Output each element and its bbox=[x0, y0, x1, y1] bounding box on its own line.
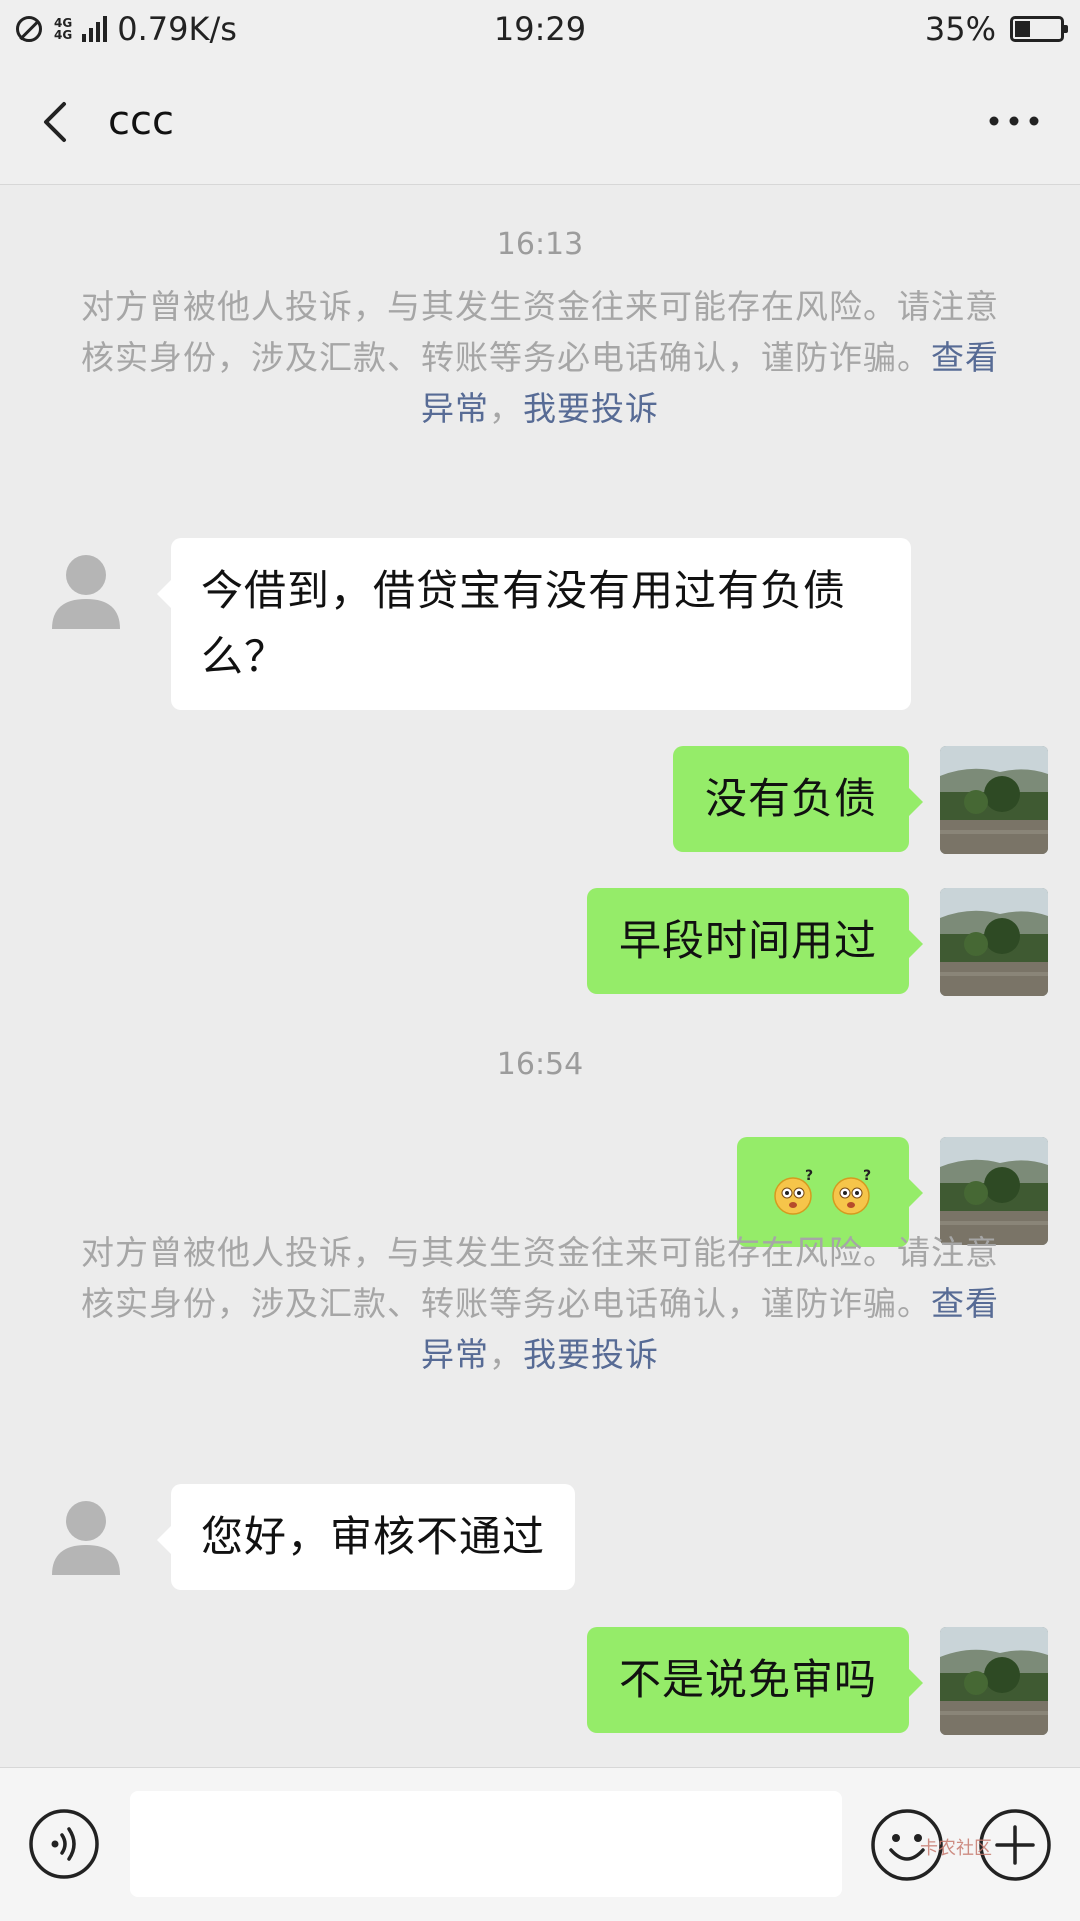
my-avatar[interactable] bbox=[940, 746, 1048, 854]
confused-face-emoji: ? bbox=[832, 1168, 872, 1215]
chevron-left-icon[interactable] bbox=[30, 94, 86, 150]
my-avatar[interactable] bbox=[940, 1627, 1048, 1735]
landscape-avatar-icon bbox=[940, 1627, 1048, 1735]
voice-icon[interactable] bbox=[28, 1808, 100, 1880]
risk-notice-text: 对方曾被他人投诉，与其发生资金往来可能存在风险。请注意核实身份，涉及汇款、转账等… bbox=[81, 1233, 999, 1323]
risk-notice: 对方曾被他人投诉，与其发生资金往来可能存在风险。请注意核实身份，涉及汇款、转账等… bbox=[70, 1227, 1010, 1380]
chat-header: ccc bbox=[0, 58, 1080, 185]
input-bar: 卡农社区 bbox=[0, 1767, 1080, 1921]
chat-area[interactable]: 16:13 对方曾被他人投诉，与其发生资金往来可能存在风险。请注意核实身份，涉及… bbox=[0, 185, 1080, 1767]
landscape-avatar-icon bbox=[940, 746, 1048, 854]
message-outgoing[interactable]: 没有负债 bbox=[672, 746, 924, 852]
complain-link[interactable]: 我要投诉 bbox=[523, 389, 659, 428]
my-avatar[interactable] bbox=[940, 888, 1048, 996]
confused-face-emoji: ? bbox=[774, 1168, 814, 1215]
message-outgoing[interactable]: 早段时间用过 bbox=[586, 888, 924, 994]
battery-fill bbox=[1015, 21, 1030, 37]
status-bar: 4G 4G 0.79K/s 19:29 35% bbox=[0, 0, 1080, 58]
message-incoming[interactable]: 今借到，借贷宝有没有用过有负债么？ bbox=[157, 538, 911, 710]
risk-notice: 对方曾被他人投诉，与其发生资金往来可能存在风险。请注意核实身份，涉及汇款、转账等… bbox=[70, 281, 1010, 434]
landscape-avatar-icon bbox=[940, 888, 1048, 996]
default-avatar-icon bbox=[52, 1501, 120, 1575]
more-dots-icon[interactable] bbox=[986, 104, 1042, 138]
message-incoming[interactable]: 您好，审核不通过 bbox=[156, 1484, 576, 1590]
time-stamp: 16:13 bbox=[496, 227, 584, 262]
svg-text:?: ? bbox=[805, 1168, 814, 1184]
complain-link[interactable]: 我要投诉 bbox=[523, 1335, 659, 1374]
chat-title: ccc bbox=[108, 98, 174, 144]
battery-percent: 35% bbox=[924, 10, 996, 48]
svg-text:?: ? bbox=[863, 1168, 872, 1184]
contact-avatar[interactable] bbox=[30, 533, 142, 645]
risk-notice-text: 对方曾被他人投诉，与其发生资金往来可能存在风险。请注意核实身份，涉及汇款、转账等… bbox=[81, 287, 999, 377]
battery-icon bbox=[1010, 16, 1068, 42]
notice-separator: ， bbox=[489, 389, 523, 428]
status-right: 35% bbox=[924, 8, 1068, 50]
status-time: 19:29 bbox=[493, 10, 587, 48]
default-avatar-icon bbox=[52, 555, 120, 629]
contact-avatar[interactable] bbox=[30, 1479, 142, 1591]
watermark: 卡农社区 bbox=[920, 1838, 992, 1859]
message-outgoing[interactable]: 不是说免审吗 bbox=[586, 1627, 924, 1733]
notice-separator: ， bbox=[489, 1335, 523, 1374]
time-stamp: 16:54 bbox=[496, 1047, 584, 1082]
message-input[interactable] bbox=[130, 1791, 842, 1897]
